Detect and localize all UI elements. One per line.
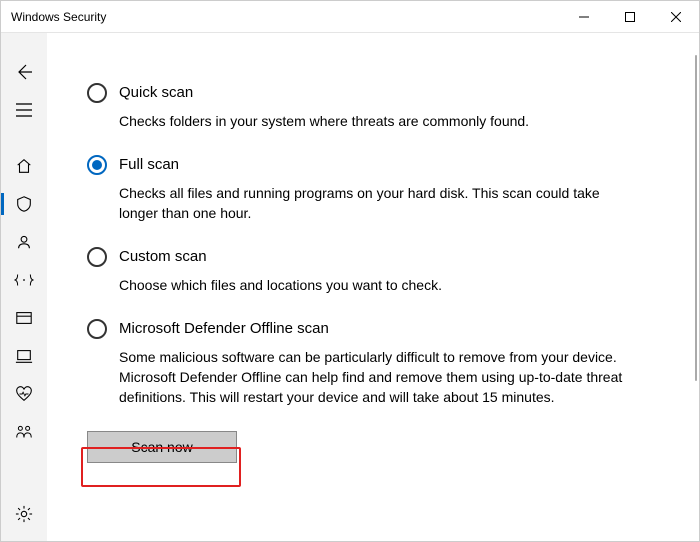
minimize-icon — [579, 12, 589, 22]
sidebar-item-settings[interactable] — [1, 495, 47, 533]
sidebar-item-account[interactable] — [1, 223, 47, 261]
sidebar-item-firewall[interactable] — [1, 261, 47, 299]
shield-icon — [15, 195, 33, 213]
option-custom-scan: Custom scan Choose which files and locat… — [87, 247, 647, 295]
scan-now-button[interactable]: Scan now — [87, 431, 237, 463]
window-title: Windows Security — [11, 10, 106, 24]
sidebar-item-device-security[interactable] — [1, 337, 47, 375]
option-description: Choose which files and locations you wan… — [119, 275, 442, 295]
option-label: Custom scan — [119, 247, 442, 267]
close-icon — [671, 12, 681, 22]
device-icon — [15, 347, 33, 365]
option-label: Microsoft Defender Offline scan — [119, 319, 637, 339]
titlebar: Windows Security — [1, 1, 699, 33]
option-description: Some malicious software can be particula… — [119, 347, 637, 407]
window-controls — [561, 1, 699, 33]
menu-button[interactable] — [1, 91, 47, 129]
heart-icon — [15, 385, 33, 403]
workspace: Quick scan Checks folders in your system… — [1, 33, 699, 541]
radio-offline-scan[interactable] — [87, 319, 107, 339]
maximize-icon — [625, 12, 635, 22]
option-description: Checks all files and running programs on… — [119, 183, 637, 223]
content-panel: Quick scan Checks folders in your system… — [47, 33, 699, 541]
sidebar-item-home[interactable] — [1, 147, 47, 185]
firewall-icon — [14, 271, 34, 289]
option-offline-scan: Microsoft Defender Offline scan Some mal… — [87, 319, 647, 407]
sidebar-item-app-browser[interactable] — [1, 299, 47, 337]
scan-now-label: Scan now — [131, 439, 192, 455]
sidebar-item-family[interactable] — [1, 413, 47, 451]
gear-icon — [15, 505, 33, 523]
window-minimize-button[interactable] — [561, 1, 607, 33]
person-icon — [15, 233, 33, 251]
option-description: Checks folders in your system where thre… — [119, 111, 529, 131]
family-icon — [14, 423, 34, 441]
radio-quick-scan[interactable] — [87, 83, 107, 103]
option-quick-scan: Quick scan Checks folders in your system… — [87, 83, 647, 131]
window-close-button[interactable] — [653, 1, 699, 33]
option-label: Full scan — [119, 155, 637, 175]
option-label: Quick scan — [119, 83, 529, 103]
sidebar-item-virus-protection[interactable] — [1, 185, 47, 223]
sidebar — [1, 33, 47, 541]
radio-full-scan[interactable] — [87, 155, 107, 175]
home-icon — [15, 157, 33, 175]
window-maximize-button[interactable] — [607, 1, 653, 33]
sidebar-item-device-performance[interactable] — [1, 375, 47, 413]
hamburger-icon — [16, 103, 32, 117]
back-arrow-icon — [14, 62, 34, 82]
radio-custom-scan[interactable] — [87, 247, 107, 267]
option-full-scan: Full scan Checks all files and running p… — [87, 155, 647, 223]
scrollbar[interactable] — [695, 55, 697, 381]
back-button[interactable] — [1, 53, 47, 91]
app-browser-icon — [15, 309, 33, 327]
